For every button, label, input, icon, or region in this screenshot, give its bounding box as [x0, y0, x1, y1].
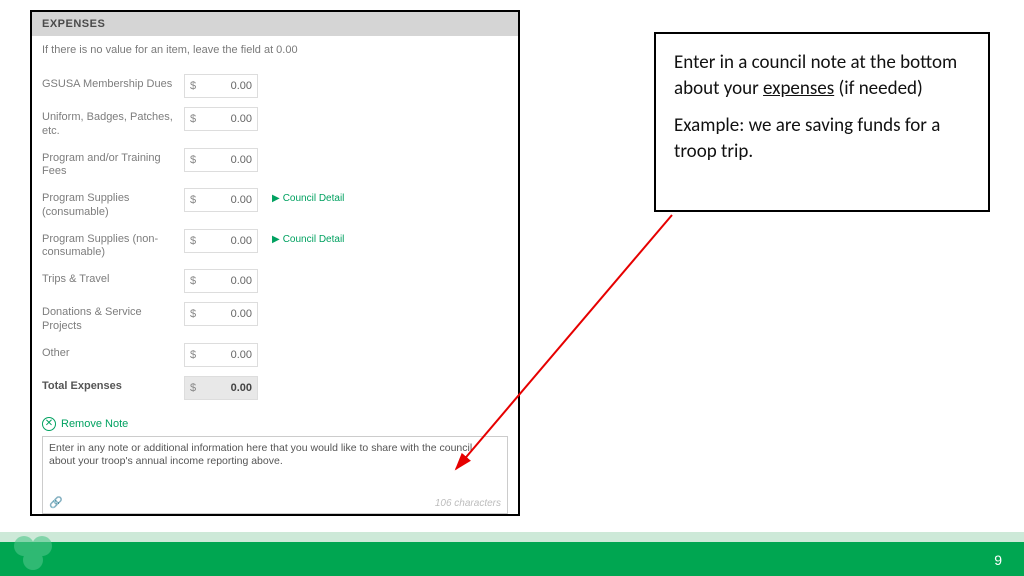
expense-label: Trips & Travel: [42, 269, 184, 287]
expense-row: Program Supplies (consumable)$ ▶Council D…: [42, 188, 508, 220]
link-icon[interactable]: 🔗: [49, 496, 63, 509]
remove-note-label: Remove Note: [61, 418, 128, 430]
slide-footer: 9: [0, 532, 1024, 576]
expense-label: Uniform, Badges, Patches, etc.: [42, 107, 184, 139]
amount-field[interactable]: [201, 275, 257, 287]
instruction-callout: Enter in a council note at the bottom ab…: [654, 32, 990, 212]
amount-input[interactable]: $: [184, 229, 258, 253]
total-label: Total Expenses: [42, 376, 184, 394]
amount-field[interactable]: [201, 80, 257, 92]
chevron-right-icon: ▶: [272, 234, 280, 245]
amount-input[interactable]: $: [184, 107, 258, 131]
expense-label: Program Supplies (non-consumable): [42, 229, 184, 261]
expense-row: Other$: [42, 343, 508, 367]
callout-line2: Example: we are saving funds for a troop…: [674, 113, 970, 164]
expense-row: Uniform, Badges, Patches, etc.$: [42, 107, 508, 139]
currency-symbol: $: [185, 80, 201, 92]
amount-input[interactable]: $: [184, 188, 258, 212]
council-detail-link[interactable]: ▶Council Detail: [272, 193, 344, 204]
expense-rows: GSUSA Membership Dues$Uniform, Badges, P…: [32, 74, 518, 400]
page-number: 9: [994, 552, 1002, 568]
amount-field[interactable]: [201, 113, 257, 125]
expense-label: Donations & Service Projects: [42, 302, 184, 334]
form-instruction: If there is no value for an item, leave …: [32, 36, 518, 74]
expense-row: Donations & Service Projects$: [42, 302, 508, 334]
amount-field[interactable]: [201, 154, 257, 166]
expense-label: GSUSA Membership Dues: [42, 74, 184, 92]
amount-input[interactable]: $: [184, 302, 258, 326]
expense-label: Other: [42, 343, 184, 361]
currency-symbol: $: [185, 308, 201, 320]
currency-symbol: $: [185, 194, 201, 206]
amount-field[interactable]: [201, 235, 257, 247]
expense-label: Program and/or Training Fees: [42, 148, 184, 180]
currency-symbol: $: [185, 275, 201, 287]
amount-field[interactable]: [201, 349, 257, 361]
expense-row: Program Supplies (non-consumable)$ ▶Counc…: [42, 229, 508, 261]
total-row: Total Expenses$0.00: [42, 376, 508, 400]
total-amount: $0.00: [184, 376, 258, 400]
currency-symbol: $: [185, 382, 201, 394]
amount-input[interactable]: $: [184, 343, 258, 367]
chevron-right-icon: ▶: [272, 193, 280, 204]
council-detail-link[interactable]: ▶Council Detail: [272, 234, 344, 245]
note-content: Enter in any note or additional informat…: [43, 437, 507, 474]
amount-input[interactable]: $: [184, 74, 258, 98]
expense-label: Program Supplies (consumable): [42, 188, 184, 220]
currency-symbol: $: [185, 235, 201, 247]
expense-row: Program and/or Training Fees$: [42, 148, 508, 180]
amount-field[interactable]: [201, 194, 257, 206]
remove-note-button[interactable]: ✕ Remove Note: [32, 409, 138, 436]
char-counter: 106 characters: [435, 498, 501, 509]
expense-row: GSUSA Membership Dues$: [42, 74, 508, 98]
form-header: EXPENSES: [32, 12, 518, 36]
amount-input[interactable]: $: [184, 148, 258, 172]
council-detail-label: Council Detail: [283, 234, 345, 245]
currency-symbol: $: [185, 349, 201, 361]
amount-field[interactable]: [201, 308, 257, 320]
close-icon: ✕: [42, 417, 56, 431]
expense-row: Trips & Travel$: [42, 269, 508, 293]
amount-input[interactable]: $: [184, 269, 258, 293]
council-note-textarea[interactable]: Enter in any note or additional informat…: [42, 436, 508, 514]
expenses-form-panel: EXPENSES If there is no value for an ite…: [30, 10, 520, 516]
trefoil-icon: [10, 532, 56, 572]
callout-line1: Enter in a council note at the bottom ab…: [674, 50, 970, 101]
council-detail-label: Council Detail: [283, 193, 345, 204]
total-value: 0.00: [201, 382, 257, 394]
currency-symbol: $: [185, 154, 201, 166]
currency-symbol: $: [185, 113, 201, 125]
